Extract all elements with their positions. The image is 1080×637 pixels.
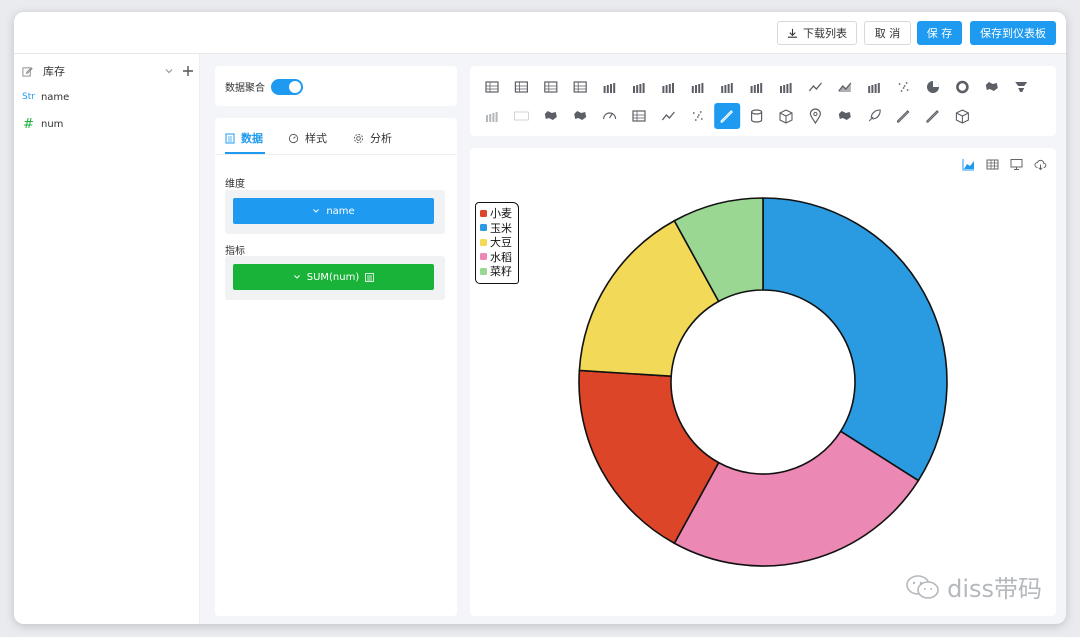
tab-analysis[interactable]: 分析 [353,128,392,148]
line-icon[interactable] [803,75,827,99]
gauge-icon[interactable] [598,104,622,128]
sparkline-icon[interactable] [656,104,680,128]
measure-value: SUM(num) [306,271,360,283]
add-icon[interactable] [182,65,194,77]
map-icon[interactable] [539,104,563,128]
location-pin-icon[interactable] [803,104,827,128]
app-window: 下载列表 取 消 保 存 保存到仪表板 库存 Str name # num 数据… [14,12,1066,624]
donut-slice[interactable] [762,197,948,482]
stacked-bar-icon[interactable] [686,75,710,99]
text-card-icon[interactable] [627,104,651,128]
watermark-text: diss带码 [947,575,1042,603]
save-to-dashboard-button[interactable]: 保存到仪表板 [970,21,1056,45]
map-pin-icon[interactable] [833,104,857,128]
chart-type-toolbar [470,66,1056,136]
measure-drop-zone[interactable]: SUM(num) [225,256,445,300]
top-toolbar: 下载列表 取 消 保 存 保存到仪表板 [14,12,1066,54]
kpi-card-icon[interactable] [568,75,592,99]
aggregate-toggle[interactable] [271,79,303,95]
datasource-header: 库存 [22,62,194,80]
tab-divider [215,154,457,155]
aggregate-label: 数据聚合 [225,83,265,94]
area-icon[interactable] [833,75,857,99]
aggregate-card: 数据聚合 [215,66,457,106]
chevron-down-icon [293,275,300,279]
tab-style[interactable]: 样式 [288,128,327,148]
download-icon [787,28,798,38]
pen-icon[interactable] [892,104,916,128]
donut-chart [578,197,948,567]
funnel-icon[interactable] [1009,75,1033,99]
dot-matrix-icon[interactable] [686,104,710,128]
combo-icon[interactable] [774,75,798,99]
field-item[interactable]: Str name [22,89,69,105]
chart-preview-card: 小麦 玉米 大豆 水稻 菜籽 diss带码 [470,148,1056,616]
word-cloud-icon[interactable] [509,104,533,128]
dimension-label: 维度 [225,179,245,190]
save-button[interactable]: 保 存 [917,21,962,45]
database-icon [225,133,235,143]
pencil-alt-icon[interactable] [921,104,945,128]
pie-icon[interactable] [921,75,945,99]
heat-map-icon[interactable] [568,104,592,128]
dimension-pill[interactable]: name [233,198,434,224]
database-icon[interactable] [745,104,769,128]
measure-label: 指标 [225,246,245,257]
field-list-panel: 库存 Str name # num [14,54,200,624]
indicator-card-icon[interactable] [539,75,563,99]
field-name: name [40,91,70,103]
waterfall-icon[interactable] [480,104,504,128]
download-list-label: 下载列表 [803,27,847,40]
table-icon[interactable] [480,75,504,99]
field-name: num [41,118,64,130]
dimension-value: name [326,205,355,217]
tab-data-label: 数据 [241,132,263,145]
stacked-area-icon[interactable] [862,75,886,99]
pencil-icon[interactable] [715,104,739,128]
chart-type-icons [480,75,1033,129]
treemap-icon[interactable] [980,75,1004,99]
datasource-name: 库存 [43,65,65,78]
scatter-icon[interactable] [892,75,916,99]
grouped-column-icon[interactable] [656,75,680,99]
download-list-button[interactable]: 下载列表 [777,21,857,45]
cancel-button[interactable]: 取 消 [864,21,911,45]
gear-icon [353,133,364,143]
chevron-down-icon [313,209,320,213]
donut-icon[interactable] [950,75,974,99]
filter-icon[interactable] [365,272,375,282]
rocket-icon[interactable] [862,104,886,128]
dimension-drop-zone[interactable]: name [225,190,445,234]
tab-style-label: 样式 [305,132,327,145]
field-item[interactable]: # num [22,116,63,132]
column-stack-icon[interactable] [715,75,739,99]
gauge-icon [288,133,299,143]
bar-chart-icon[interactable] [598,75,622,99]
box-icon[interactable] [950,104,974,128]
pivot-table-icon[interactable] [509,75,533,99]
horizontal-bar-icon[interactable] [627,75,651,99]
config-card: 数据 样式 分析 维度 name 指标 SUM(num) [215,118,457,616]
tab-analysis-label: 分析 [370,132,392,145]
tab-data[interactable]: 数据 [225,128,263,148]
cube-icon[interactable] [774,104,798,128]
config-panel: 数据聚合 数据 样式 分析 维度 name 指标 SUM(num) [215,66,457,616]
edit-icon[interactable] [22,66,33,77]
measure-pill[interactable]: SUM(num) [233,264,434,290]
number-type-tag: # [23,116,34,132]
stacked-horizontal-icon[interactable] [745,75,769,99]
chevron-down-icon[interactable] [164,66,174,76]
watermark: diss带码 [905,569,1042,604]
wechat-icon [906,574,939,599]
string-type-tag: Str [22,92,35,102]
